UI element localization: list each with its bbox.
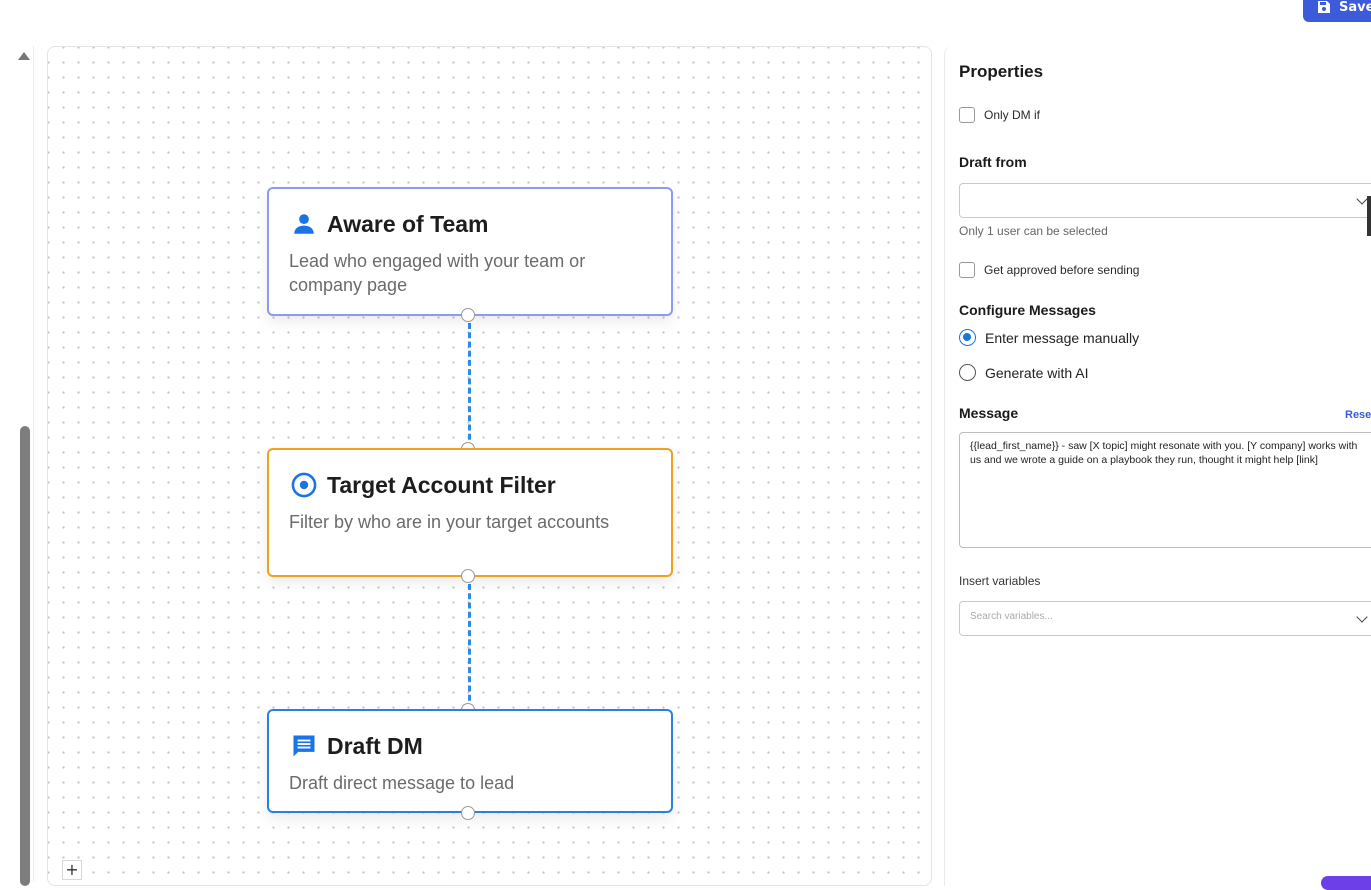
radio-label: Enter message manually [985, 329, 1140, 346]
properties-panel: Properties Only DM if Draft from Only 1 … [944, 46, 1371, 890]
left-scrollbar[interactable] [0, 46, 34, 886]
reset-link[interactable]: Reset [1345, 409, 1371, 421]
zoom-in-button[interactable]: + [62, 860, 82, 880]
draft-from-label: Draft from [959, 154, 1027, 170]
panel-title: Properties [959, 62, 1044, 81]
connector-aware-to-target [468, 323, 471, 449]
save-button-label: Save [1339, 0, 1371, 15]
scroll-up-arrow-icon[interactable] [18, 52, 30, 60]
radio-button[interactable] [959, 364, 976, 381]
node-title: Draft DM [327, 732, 423, 759]
save-button[interactable]: Save [1303, 0, 1371, 22]
node-title: Target Account Filter [327, 471, 556, 498]
node-description: Draft direct message to lead [289, 773, 515, 793]
node-aware-of-team[interactable]: Aware of Team Lead who engaged with your… [267, 187, 673, 316]
only-dm-if-checkbox[interactable] [959, 107, 975, 123]
get-approved-label: Get approved before sending [984, 263, 1140, 277]
connector-target-to-draft [468, 584, 471, 710]
radio-button[interactable] [959, 329, 976, 346]
scrollbar-thumb[interactable] [20, 426, 30, 886]
message-icon [289, 731, 319, 761]
node-target-account-filter[interactable]: Target Account Filter Filter by who are … [267, 448, 673, 577]
draft-from-select[interactable] [959, 183, 1371, 218]
node-description: Lead who engaged with your team or compa… [289, 251, 586, 295]
floating-action-button[interactable] [1321, 876, 1371, 890]
node-draft-output-port[interactable] [461, 806, 475, 820]
variables-search-input[interactable] [970, 611, 1330, 622]
radio-enter-manually[interactable]: Enter message manually [959, 329, 1139, 346]
node-title: Aware of Team [327, 210, 489, 237]
chevron-down-icon [1356, 611, 1368, 623]
node-draft-dm[interactable]: Draft DM Draft direct message to lead [267, 709, 673, 813]
radio-label: Generate with AI [985, 364, 1089, 381]
insert-variables-label: Insert variables [959, 574, 1041, 588]
save-icon [1318, 1, 1330, 13]
draft-from-hint: Only 1 user can be selected [959, 224, 1108, 238]
variables-search[interactable] [959, 601, 1371, 636]
only-dm-if-label: Only DM if [984, 108, 1041, 122]
person-icon [289, 209, 319, 239]
only-dm-if-row[interactable]: Only DM if [959, 107, 1040, 123]
node-aware-output-port[interactable] [461, 308, 475, 322]
message-textarea[interactable]: {{lead_first_name}} - saw [X topic] migh… [959, 432, 1371, 548]
node-description: Filter by who are in your target account… [289, 512, 610, 532]
get-approved-checkbox[interactable] [959, 262, 975, 278]
chevron-down-icon [1356, 193, 1368, 205]
radio-generate-ai[interactable]: Generate with AI [959, 364, 1089, 381]
top-bar: Save [0, 0, 1371, 46]
flow-canvas[interactable]: Aware of Team Lead who engaged with your… [47, 46, 932, 886]
target-icon [289, 470, 319, 500]
message-label: Message [959, 405, 1019, 421]
panel-resize-handle[interactable] [1367, 196, 1371, 236]
node-target-output-port[interactable] [461, 569, 475, 583]
get-approved-row[interactable]: Get approved before sending [959, 262, 1139, 278]
configure-messages-label: Configure Messages [959, 302, 1096, 318]
